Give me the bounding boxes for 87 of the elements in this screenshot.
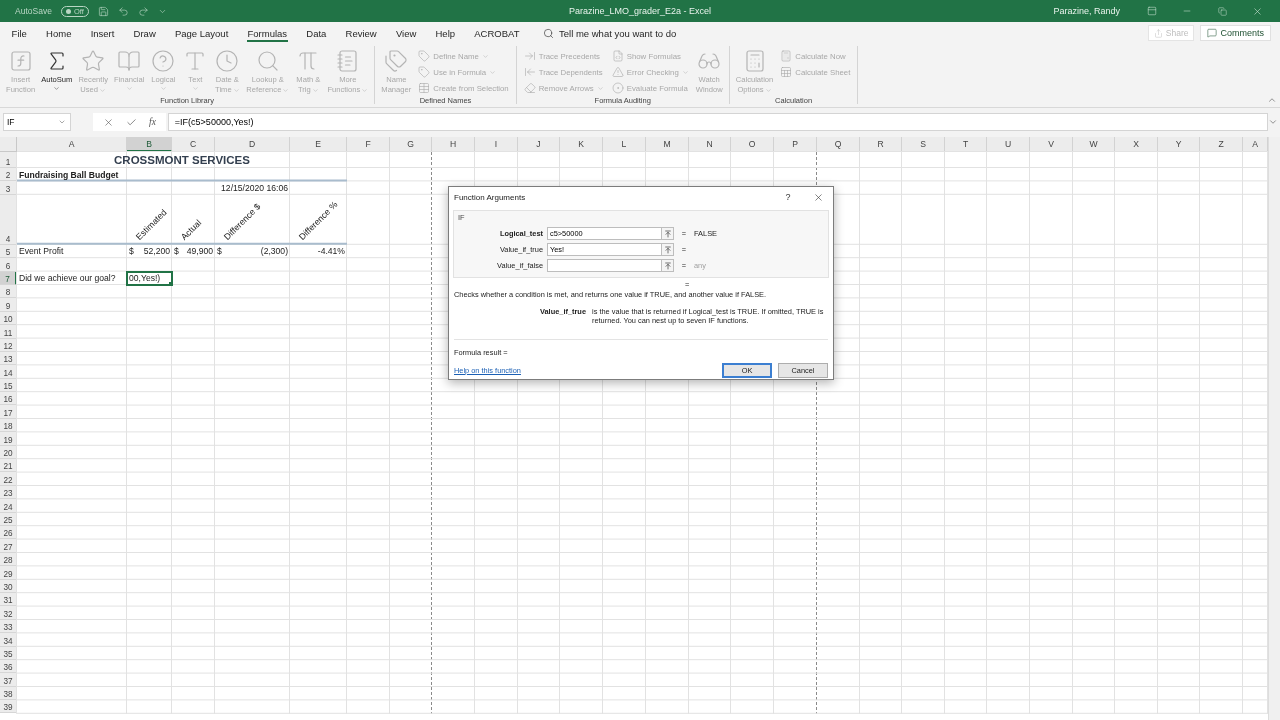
collapse-ribbon-button[interactable] — [1267, 95, 1277, 105]
user-name[interactable]: Parazine, Randy — [1053, 6, 1120, 16]
table-cell-text: -4.41% — [316, 245, 346, 259]
ribbon-tab[interactable]: Page Layout — [165, 22, 238, 44]
comment-icon — [1207, 28, 1218, 38]
sheet-title: CROSSMONT SERVICES — [113, 153, 251, 168]
warning-icon — [611, 66, 624, 78]
table-icon — [418, 82, 431, 94]
target-icon — [611, 82, 624, 94]
table-cell-text: 12/15/2020 16:06 — [220, 182, 289, 195]
ribbon-tab[interactable]: Data — [296, 22, 336, 44]
clock-icon — [215, 49, 240, 73]
panel-icon — [1147, 6, 1157, 16]
caret-icon — [681, 68, 689, 76]
close-icon — [103, 116, 114, 128]
table-cell-text: Fundraising Ball Budget — [18, 168, 120, 182]
table-cell-text: $ (2,300) — [216, 245, 289, 259]
calculator-icon — [780, 50, 793, 62]
table-cell-text: Did we achieve our goal? — [18, 272, 117, 285]
function-button[interactable]: fx — [149, 117, 156, 127]
enter-button[interactable] — [126, 116, 137, 128]
close-icon — [812, 191, 824, 203]
restore-icon — [1217, 6, 1227, 16]
active-cell[interactable]: 00,Yes!) — [127, 271, 172, 285]
caret-icon — [125, 85, 133, 92]
ribbon-tab[interactable]: Home — [36, 22, 82, 44]
tag-icon — [418, 50, 431, 62]
function-icon — [8, 49, 33, 73]
ribbon-tab[interactable]: File — [2, 22, 37, 44]
tag-icon — [418, 66, 431, 78]
tags-icon — [384, 49, 409, 73]
name-box[interactable]: IF — [3, 113, 71, 131]
autosave-label: AutoSave — [15, 6, 52, 16]
table-cell-text: $ 49,900 — [173, 245, 214, 259]
ribbon-tab[interactable]: Review — [335, 22, 387, 44]
argument-field[interactable] — [547, 259, 662, 272]
arrow-icon — [523, 66, 536, 78]
ribbon-tab[interactable]: Formulas — [237, 22, 297, 44]
check-icon — [126, 116, 137, 128]
arrow-up-icon — [663, 245, 672, 254]
caret-icon — [232, 86, 240, 94]
caret-icon — [361, 86, 369, 94]
help-button[interactable]: ? — [773, 187, 803, 207]
ribbon-tab[interactable]: Help — [425, 22, 465, 44]
close-icon — [1251, 5, 1263, 17]
table-cell-text: $ 52,200 — [128, 245, 171, 259]
table-cell-text: Event Profit — [18, 245, 65, 259]
ribbon-tab[interactable]: Insert — [81, 22, 124, 44]
collapse-dialog-button[interactable] — [662, 243, 674, 256]
caret-icon — [1268, 117, 1278, 127]
eraser-icon — [523, 82, 536, 94]
search-icon — [543, 27, 555, 39]
caret-icon — [764, 86, 772, 94]
caret-icon — [53, 85, 61, 92]
dialog-title: Function Arguments — [454, 192, 527, 202]
caret-icon — [596, 84, 604, 92]
caret-icon — [191, 85, 199, 92]
select-all-button[interactable] — [0, 137, 17, 152]
caret-icon — [99, 86, 107, 94]
search-icon — [255, 49, 280, 73]
ribbon-tab[interactable]: ACROBAT — [464, 22, 530, 44]
caret-icon — [282, 86, 290, 94]
collapse-dialog-button[interactable] — [662, 259, 674, 272]
share-icon — [1153, 28, 1163, 38]
star-icon — [81, 49, 106, 73]
arrow-up-icon — [663, 261, 672, 270]
book-icon — [117, 49, 142, 73]
ribbon-tab[interactable]: Draw — [124, 22, 166, 44]
question-icon — [151, 49, 176, 73]
undo-icon[interactable] — [117, 5, 129, 17]
redo-icon[interactable] — [137, 5, 149, 17]
caret-icon — [311, 86, 319, 94]
chevron-up-icon — [1267, 95, 1277, 105]
cancel-button[interactable] — [103, 116, 114, 128]
window-title: Parazine_LMO_grader_E2a - Excel — [568, 6, 712, 16]
arrow-icon — [523, 50, 536, 62]
collapse-dialog-button[interactable] — [662, 227, 674, 240]
save-icon[interactable] — [97, 5, 109, 17]
ribbon-tab[interactable]: View — [386, 22, 426, 44]
tell-me-field[interactable]: Tell me what you want to do — [543, 27, 700, 39]
notebook-icon — [335, 49, 360, 73]
code-icon — [611, 50, 624, 62]
caret-icon — [159, 85, 167, 92]
comments-button[interactable]: Comments — [1200, 25, 1271, 41]
formula-field[interactable]: =IF(c5>50000,Yes!) — [167, 113, 1268, 131]
grid-icon — [780, 66, 793, 78]
arrow-up-icon — [663, 229, 672, 238]
